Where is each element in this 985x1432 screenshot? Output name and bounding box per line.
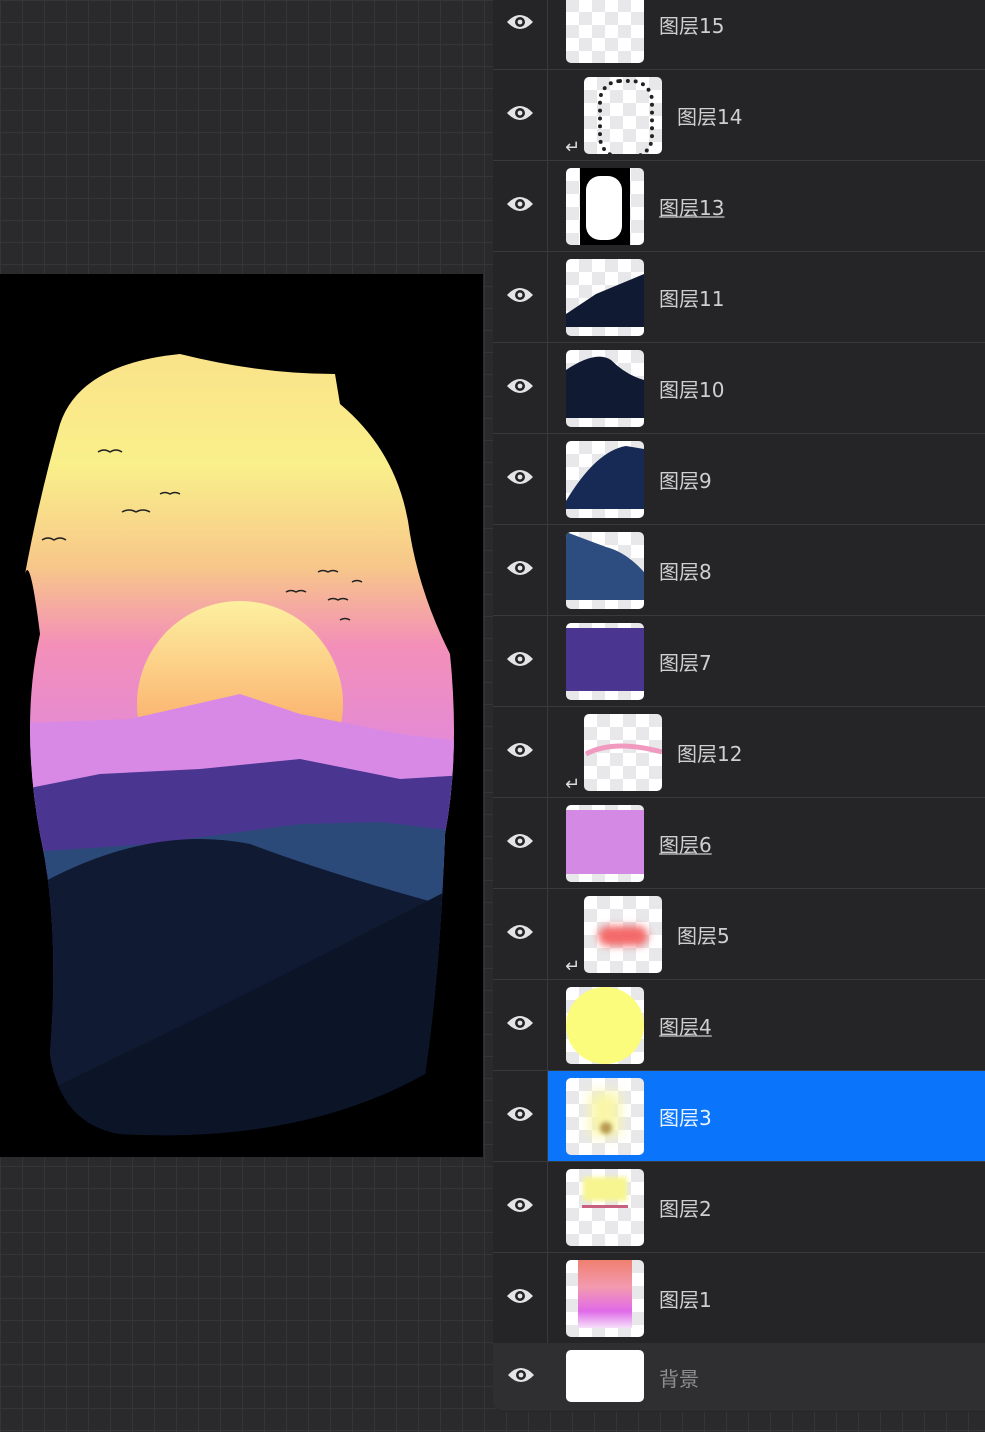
eye-icon <box>506 195 534 217</box>
eye-icon <box>506 923 534 945</box>
eye-icon <box>506 650 534 672</box>
layer-row[interactable]: 图层7 <box>493 616 985 707</box>
layer-name: 图层3 <box>659 1105 712 1130</box>
visibility-toggle[interactable] <box>493 889 548 979</box>
layer-thumbnail[interactable] <box>566 1169 644 1246</box>
visibility-toggle[interactable] <box>493 1071 548 1161</box>
layer-name: 图层1 <box>659 1287 712 1312</box>
layer-thumbnail[interactable] <box>566 805 644 882</box>
layer-row[interactable]: 图层3 <box>493 1071 985 1162</box>
clipping-mask-arrow-icon: ↵ <box>565 137 581 158</box>
layer-name: 图层11 <box>659 286 725 311</box>
visibility-toggle[interactable] <box>493 980 548 1070</box>
layer-name: 图层13 <box>659 195 725 220</box>
visibility-toggle[interactable] <box>493 70 548 160</box>
visibility-toggle[interactable] <box>493 1162 548 1252</box>
visibility-toggle[interactable] <box>493 434 548 524</box>
sunset-artwork <box>25 354 454 1136</box>
layer-thumbnail[interactable] <box>566 350 644 427</box>
layer-name: 图层14 <box>677 104 743 129</box>
visibility-toggle[interactable] <box>493 343 548 433</box>
layer-row[interactable]: 图层2 <box>493 1162 985 1253</box>
visibility-toggle[interactable] <box>493 525 548 615</box>
layer-thumbnail[interactable] <box>584 714 662 791</box>
layer-row[interactable]: 图层8 <box>493 525 985 616</box>
layer-name: 图层15 <box>659 13 725 38</box>
layer-row[interactable]: 图层10 <box>493 343 985 434</box>
clipping-mask-arrow-icon: ↵ <box>565 956 581 977</box>
visibility-toggle[interactable] <box>493 798 548 888</box>
layers-panel: 图层15 ↵ 图层14 图层13 图层11 图层10 图层9 图层8 图层7 ↵ 图层12 图层6 ↵ 图… <box>493 0 985 1412</box>
visibility-toggle[interactable] <box>493 1253 548 1343</box>
layer-thumbnail[interactable] <box>566 0 644 63</box>
eye-icon <box>506 741 534 763</box>
visibility-toggle[interactable] <box>493 0 548 69</box>
layer-name: 图层10 <box>659 377 725 402</box>
layer-row[interactable]: ↵ 图层14 <box>493 70 985 161</box>
layer-name: 图层9 <box>659 468 712 493</box>
layer-row[interactable]: ↵ 图层12 <box>493 707 985 798</box>
layer-thumbnail[interactable] <box>566 1078 644 1155</box>
eye-icon <box>506 377 534 399</box>
eye-icon <box>506 13 534 35</box>
layer-name: 图层4 <box>659 1014 712 1039</box>
layer-thumbnail[interactable] <box>566 259 644 336</box>
layer-thumbnail[interactable] <box>566 1350 644 1402</box>
layer-row[interactable]: 图层15 <box>493 0 985 70</box>
layer-row[interactable]: 图层9 <box>493 434 985 525</box>
layer-name: 背景 <box>659 1366 699 1391</box>
layer-name: 图层5 <box>677 923 730 948</box>
eye-icon <box>506 559 534 581</box>
layer-name: 图层8 <box>659 559 712 584</box>
eye-icon <box>506 1287 534 1309</box>
eye-icon <box>506 286 534 308</box>
visibility-toggle[interactable] <box>493 1343 548 1411</box>
layer-row[interactable]: ↵ 图层5 <box>493 889 985 980</box>
layer-row[interactable]: 图层11 <box>493 252 985 343</box>
clipping-mask-arrow-icon: ↵ <box>565 774 581 795</box>
layer-thumbnail[interactable] <box>566 987 644 1064</box>
layer-name: 图层7 <box>659 650 712 675</box>
eye-icon <box>506 1105 534 1127</box>
eye-icon <box>507 1366 535 1388</box>
eye-icon <box>506 832 534 854</box>
layer-row[interactable]: 图层13 <box>493 161 985 252</box>
layer-thumbnail[interactable] <box>566 532 644 609</box>
visibility-toggle[interactable] <box>493 616 548 706</box>
eye-icon <box>506 468 534 490</box>
visibility-toggle[interactable] <box>493 161 548 251</box>
layer-name: 图层2 <box>659 1196 712 1221</box>
layer-thumbnail[interactable] <box>584 896 662 973</box>
layer-thumbnail[interactable] <box>566 1260 644 1337</box>
layer-thumbnail[interactable] <box>566 441 644 518</box>
layer-row[interactable]: 图层6 <box>493 798 985 889</box>
layer-row[interactable]: 图层4 <box>493 980 985 1071</box>
eye-icon <box>506 1014 534 1036</box>
visibility-toggle[interactable] <box>493 707 548 797</box>
background-layer-row[interactable]: 背景 <box>493 1343 985 1411</box>
layer-thumbnail[interactable] <box>584 77 662 154</box>
layer-thumbnail[interactable] <box>566 168 644 245</box>
layer-name: 图层12 <box>677 741 743 766</box>
eye-icon <box>506 1196 534 1218</box>
eye-icon <box>506 104 534 126</box>
layer-name: 图层6 <box>659 832 712 857</box>
artwork-canvas[interactable] <box>0 274 483 1157</box>
layer-row[interactable]: 图层1 <box>493 1253 985 1344</box>
visibility-toggle[interactable] <box>493 252 548 342</box>
layer-thumbnail[interactable] <box>566 623 644 700</box>
